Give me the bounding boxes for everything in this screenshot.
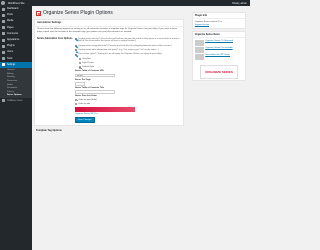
save-changes-button[interactable]: Save Changes: [75, 117, 95, 124]
main-content: Organize Series Plugin Options Automatio…: [34, 8, 184, 132]
news-thumbnail: [194, 54, 204, 61]
meta-checkbox[interactable]: [75, 49, 78, 52]
order-radio[interactable]: [75, 103, 78, 106]
settings-table: Series Automation Core Options Display s…: [35, 36, 183, 126]
sidebar-item-label: Appearance: [7, 39, 20, 42]
settings-submenu: General Writing Reading Discussion Media Perm…: [0, 67, 32, 98]
dashboard-icon: [2, 7, 5, 11]
toc-title-label: Series Table of Contents Title: [75, 87, 105, 90]
sidebar-item-label: Pages: [7, 26, 14, 29]
automation-settings-box: Automation Settings Choose from the foll…: [34, 19, 184, 127]
comment-icon: [2, 32, 5, 36]
account-menu[interactable]: Howdy, admin: [232, 2, 247, 5]
option-nav-links[interactable]: Display series navigation links? (Previo…: [75, 45, 181, 48]
style-radio[interactable]: [79, 57, 82, 61]
news-widget: Organize Series News Organize Series 2.5…: [192, 30, 246, 82]
style-radio[interactable]: [79, 62, 82, 65]
sidebar-item-settings[interactable]: Settings: [0, 61, 32, 68]
style-option[interactable]: Default Style: [79, 66, 181, 70]
order-radio[interactable]: [75, 98, 78, 102]
news-link[interactable]: Organize Series 2.5 Released: [205, 40, 233, 46]
news-item[interactable]: Organize Series Pro available: [194, 46, 243, 53]
news-thumbnail: [194, 39, 204, 46]
collapse-icon: [2, 99, 5, 103]
style-option[interactable]: Light Theme: [79, 62, 181, 65]
page-icon: [2, 26, 5, 30]
settings-label: Series Automation Core Options: [37, 37, 73, 40]
support-link[interactable]: Support forums: [195, 24, 243, 27]
admin-bar: WordPress Site Howdy, admin: [0, 0, 250, 6]
series-slug-label: Series Table of Contents URL: [75, 70, 105, 73]
sidebar-item-label: Settings: [7, 63, 16, 66]
organize-series-logo-icon: [36, 10, 41, 16]
page-title-text: Organize Series Plugin Options: [43, 10, 113, 16]
pin-icon: [2, 13, 5, 17]
pro-link[interactable]: Organize Series WP Pro: [75, 113, 181, 116]
submenu-item[interactable]: Series Options: [0, 94, 32, 98]
sidebar-item-label: Users: [7, 51, 13, 54]
settings-options: Display series post list? (Post list tha…: [75, 38, 181, 124]
page-title: Organize Series Plugin Options: [36, 10, 184, 16]
sidebar-item-label: Media: [7, 20, 14, 23]
series-per-page-input[interactable]: [75, 81, 85, 86]
media-icon: [2, 19, 5, 23]
box-title: Automation Settings: [35, 20, 183, 27]
post-list-checkbox[interactable]: [75, 37, 78, 41]
option-custom-styles[interactable]: Use custom styles? (Turning this on will…: [75, 53, 181, 56]
sidebar-item-label: Tools: [7, 57, 13, 60]
template-tag-options-heading: Template Tag Options: [36, 129, 62, 133]
custom-styles-checkbox[interactable]: [75, 53, 78, 56]
admin-sidebar: Dashboard Posts Media Pages Comments Appearan…: [0, 6, 32, 250]
order-option[interactable]: Order by title: [75, 103, 181, 106]
collapse-label: Collapse menu: [7, 99, 23, 102]
news-thumbnail: [194, 46, 204, 53]
order-options: Order by post (date) Order by title: [75, 99, 181, 106]
option-post-list[interactable]: Display series post list? (Post list tha…: [75, 38, 181, 44]
series-per-page-label: Series Per Page: [75, 78, 91, 81]
sidebar-item-label: Plugins: [7, 45, 15, 48]
wrench-icon: [2, 57, 5, 61]
sidebar-item-label: Comments: [7, 32, 19, 35]
brush-icon: [2, 38, 5, 42]
organize-series-banner: ORGANIZE SERIES: [200, 64, 238, 79]
news-link[interactable]: New addons for WP Series: [205, 54, 230, 60]
option-meta[interactable]: Display series meta information with pos…: [75, 49, 181, 52]
style-option[interactable]: Grey Box: [79, 58, 181, 61]
user-icon: [2, 50, 5, 54]
style-radio[interactable]: [79, 66, 82, 70]
news-item[interactable]: Organize Series 2.5 Released: [194, 39, 243, 46]
order-option[interactable]: Order by post (date): [75, 99, 181, 102]
style-list: Grey Box Light Theme Default Style: [79, 58, 181, 70]
series-slug-input[interactable]: series: [75, 73, 115, 78]
wordpress-logo-icon[interactable]: [1, 1, 5, 5]
intro-text: Choose from the following options for tu…: [37, 28, 177, 34]
right-column: Plugin Info Organize Series version 2.5.…: [192, 12, 246, 83]
sidebar-item-label: Dashboard: [7, 8, 19, 11]
toc-title-input[interactable]: [75, 90, 115, 94]
plugin-info-widget: Plugin Info Organize Series version 2.5.…: [192, 12, 246, 29]
nav-links-checkbox[interactable]: [75, 44, 78, 48]
site-name[interactable]: WordPress Site: [8, 2, 25, 5]
preview-banner: [75, 107, 135, 113]
news-item[interactable]: New addons for WP Series: [194, 54, 243, 61]
settings-icon: [2, 63, 5, 67]
collapse-menu-button[interactable]: Collapse menu: [0, 98, 32, 104]
news-link[interactable]: Organize Series Pro available: [205, 47, 233, 53]
plugin-icon: [2, 44, 5, 48]
sidebar-item-label: Posts: [7, 14, 13, 17]
